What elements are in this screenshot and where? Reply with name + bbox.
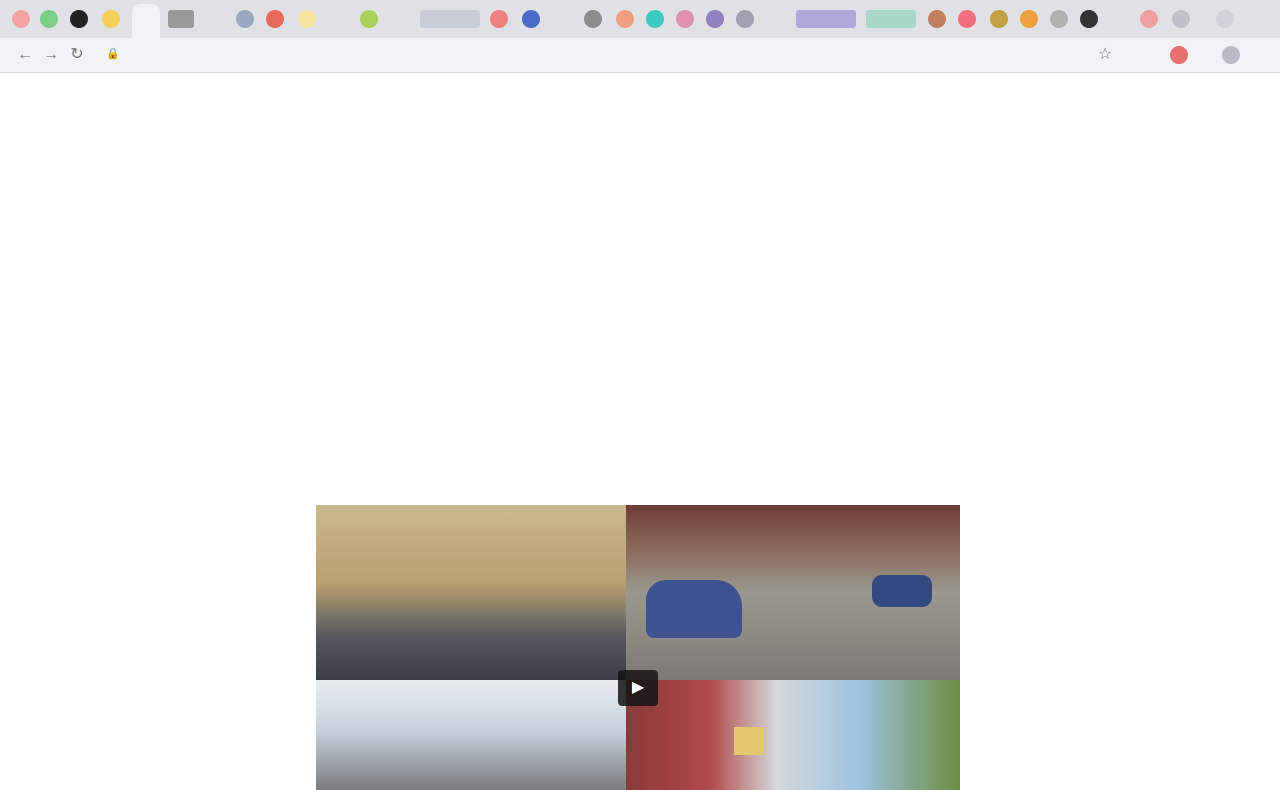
street-photo-tile: [316, 505, 626, 680]
video-embed[interactable]: [316, 505, 960, 790]
tab-favicon-13[interactable]: [584, 10, 602, 28]
tab-favicon-1[interactable]: [12, 10, 30, 28]
forward-arrow-icon[interactable]: →: [40, 44, 62, 66]
tab-favicon-11[interactable]: [490, 10, 508, 28]
extension-icon[interactable]: [1170, 46, 1188, 64]
tab-favicon-2[interactable]: [40, 10, 58, 28]
tab-favicon-5[interactable]: [168, 10, 194, 28]
back-arrow-icon[interactable]: ←: [14, 44, 36, 66]
tab-favicon-6[interactable]: [236, 10, 254, 28]
tab-favicon-7[interactable]: [266, 10, 284, 28]
tab-favicon-4[interactable]: [102, 10, 120, 28]
tab-favicon-22[interactable]: [958, 10, 976, 28]
tab-favicon-9[interactable]: [360, 10, 378, 28]
tab-favicon-14[interactable]: [616, 10, 634, 28]
tab-favicon-17[interactable]: [706, 10, 724, 28]
tab-favicon-21[interactable]: [928, 10, 946, 28]
tab-favicon-10[interactable]: [420, 10, 480, 28]
tab-favicon-3[interactable]: [70, 10, 88, 28]
active-tab[interactable]: [132, 4, 160, 38]
play-icon[interactable]: ▶: [618, 670, 658, 706]
street-photo-tile: [316, 680, 626, 790]
car-shape: [872, 575, 932, 607]
tab-strip: [0, 0, 1280, 38]
tab-favicon-27[interactable]: [1140, 10, 1158, 28]
tab-favicon-25[interactable]: [1050, 10, 1068, 28]
tab-favicon-18[interactable]: [736, 10, 754, 28]
tab-favicon-20[interactable]: [866, 10, 916, 28]
tab-favicon-26[interactable]: [1080, 10, 1098, 28]
address-bar[interactable]: 🔒: [98, 43, 1078, 67]
tab-favicon-8[interactable]: [298, 10, 316, 28]
tab-favicon-16[interactable]: [676, 10, 694, 28]
profile-icon[interactable]: [1222, 46, 1240, 64]
sign-shape: [734, 727, 764, 755]
car-shape: [646, 580, 742, 638]
article: [316, 132, 960, 160]
lock-icon: 🔒: [106, 48, 120, 60]
tab-favicon-24[interactable]: [1020, 10, 1038, 28]
tab-favicon-12[interactable]: [522, 10, 540, 28]
tab-favicon-19[interactable]: [796, 10, 856, 28]
tab-favicon-29[interactable]: [1216, 10, 1234, 28]
street-photo-tile: [626, 680, 960, 790]
reload-icon[interactable]: ↻: [66, 44, 88, 66]
browser-toolbar: ← → ↻ 🔒 ☆: [0, 38, 1280, 73]
tab-favicon-15[interactable]: [646, 10, 664, 28]
bookmark-star-icon[interactable]: ☆: [1094, 44, 1116, 66]
tab-favicon-28[interactable]: [1172, 10, 1190, 28]
tab-favicon-23[interactable]: [990, 10, 1008, 28]
